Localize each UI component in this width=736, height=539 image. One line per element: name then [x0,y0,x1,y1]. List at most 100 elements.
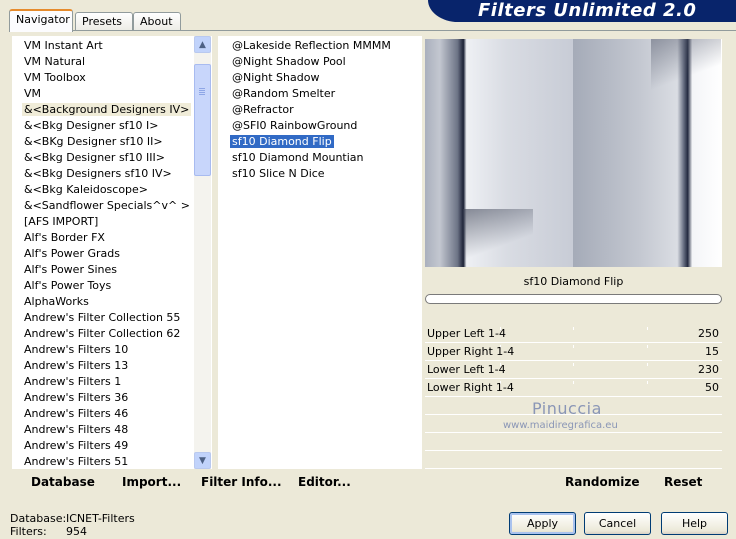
parameter-label: Lower Right 1-4 [427,381,514,394]
category-item[interactable]: Alf's Power Sines [19,262,211,278]
preview-original [425,39,573,267]
parameter-label: Upper Right 1-4 [427,345,515,358]
category-item[interactable]: &<Bkg Kaleidoscope> [19,182,211,198]
tab-panel-border [9,30,736,31]
category-item[interactable]: Andrew's Filters 36 [19,390,211,406]
filter-item[interactable]: sf10 Diamond Mountian [227,150,421,166]
tab-navigator[interactable]: Navigator [9,9,73,32]
category-list[interactable]: VM Instant Art VM Natural VM Toolbox VM &<Ba… [12,36,212,469]
category-item[interactable]: VM Toolbox [19,70,211,86]
category-item-label: [AFS IMPORT] [24,215,99,228]
category-item[interactable]: Andrew's Filter Collection 62 [19,326,211,342]
category-item-label: &<Background Designers IV> [22,103,192,116]
category-item-label: AlphaWorks [24,295,89,308]
category-item[interactable]: Andrew's Filter Collection 55 [19,310,211,326]
category-item-label: VM Toolbox [24,71,86,84]
database-button[interactable]: Database [31,475,95,489]
parameter-slider[interactable]: Lower Right 1-4 50 [425,379,722,397]
scroll-thumb[interactable] [194,64,211,176]
cancel-button[interactable]: Cancel [584,512,651,535]
filter-item[interactable]: @Random Smelter [227,86,421,102]
category-item-label: &<Bkg Kaleidoscope> [24,183,149,196]
chevron-up-icon: ▲ [199,39,206,50]
parameter-slider[interactable]: Lower Left 1-4 230 [425,361,722,379]
category-item-label: Andrew's Filters 48 [24,423,129,436]
chevron-down-icon: ▼ [199,455,206,466]
category-item[interactable]: &<BKg Designer sf10 II> [19,134,211,150]
empty-parameter-row [425,451,722,469]
category-item-label: Andrew's Filters 49 [24,439,129,452]
category-item[interactable]: AlphaWorks [19,294,211,310]
category-item[interactable]: Alf's Power Grads [19,246,211,262]
reset-button[interactable]: Reset [664,475,702,489]
category-item-label: Alf's Power Toys [24,279,112,292]
category-item-label: VM [24,87,42,100]
category-item[interactable]: VM [19,86,211,102]
filter-item-label: @Night Shadow Pool [232,55,346,68]
filter-item-label: @Refractor [232,103,294,116]
category-item-label: Andrew's Filter Collection 55 [24,311,181,324]
filters-count-value: 954 [66,525,87,538]
category-item[interactable]: &<Bkg Designer sf10 I> [19,118,211,134]
empty-parameter-row [425,433,722,451]
watermark-url: www.maidiregrafica.eu [503,420,618,431]
filter-info-button[interactable]: Filter Info... [201,475,282,489]
parameter-value: 50 [705,381,719,394]
filter-item-label: sf10 Slice N Dice [232,167,325,180]
scroll-down-button[interactable]: ▼ [194,452,211,469]
filter-item-label: @Random Smelter [232,87,336,100]
filter-item-label: @Night Shadow [232,71,320,84]
category-item-label: &<Bkg Designers sf10 IV> [24,167,172,180]
editor-button[interactable]: Editor... [298,475,351,489]
filter-item[interactable]: @Lakeside Reflection MMMM [227,38,421,54]
category-item[interactable]: Andrew's Filters 13 [19,358,211,374]
preview-image [425,39,722,267]
category-item[interactable]: Andrew's Filters 49 [19,438,211,454]
category-item[interactable]: [AFS IMPORT] [19,214,211,230]
category-item[interactable]: VM Natural [19,54,211,70]
scroll-up-button[interactable]: ▲ [194,36,211,53]
category-item-label: &<Bkg Designer sf10 I> [24,119,159,132]
filters-count-label: Filters: [10,525,47,538]
filter-item[interactable]: @Refractor [227,102,421,118]
category-item[interactable]: VM Instant Art [19,38,211,54]
tab-about[interactable]: About [133,12,181,31]
grip-icon [199,88,205,96]
parameter-value: 230 [698,363,719,376]
apply-button[interactable]: Apply [509,512,576,535]
category-item-label: &<Sandflower Specials^v^ > [24,199,190,212]
category-item-label: Alf's Power Grads [24,247,120,260]
tab-presets[interactable]: Presets [75,12,133,31]
parameter-slider[interactable]: Upper Right 1-4 15 [425,343,722,361]
category-item-label: &<BKg Designer sf10 II> [24,135,163,148]
category-item[interactable]: Andrew's Filters 10 [19,342,211,358]
parameter-slider[interactable]: Upper Left 1-4 250 [425,325,722,343]
filter-item[interactable]: sf10 Diamond Flip [227,134,421,150]
help-button[interactable]: Help [661,512,728,535]
category-item[interactable]: Andrew's Filters 1 [19,374,211,390]
app-title-banner: Filters Unlimited 2.0 [428,0,736,22]
category-item[interactable]: Alf's Border FX [19,230,211,246]
category-item[interactable]: &<Background Designers IV> [19,102,211,118]
filter-item[interactable]: @Night Shadow Pool [227,54,421,70]
progress-bar [425,294,722,304]
category-item-label: Andrew's Filters 36 [24,391,129,404]
parameter-label: Upper Left 1-4 [427,327,506,340]
category-item[interactable]: &<Bkg Designer sf10 III> [19,150,211,166]
category-item[interactable]: Alf's Power Toys [19,278,211,294]
filter-item[interactable]: @SFI0 RainbowGround [227,118,421,134]
category-item[interactable]: Andrew's Filters 48 [19,422,211,438]
category-item-label: VM Natural [24,55,86,68]
filter-list[interactable]: @Lakeside Reflection MMMM @Night Shadow P… [218,36,422,469]
category-item[interactable]: Andrew's Filters 51 [19,454,211,468]
filter-item[interactable]: @Night Shadow [227,70,421,86]
category-item[interactable]: Andrew's Filters 46 [19,406,211,422]
category-item[interactable]: &<Bkg Designers sf10 IV> [19,166,211,182]
category-scrollbar[interactable]: ▲ ▼ [194,36,211,469]
category-item-label: Alf's Power Sines [24,263,117,276]
category-item[interactable]: &<Sandflower Specials^v^ > [19,198,211,214]
import-button[interactable]: Import... [122,475,181,489]
filter-item[interactable]: sf10 Slice N Dice [227,166,421,182]
randomize-button[interactable]: Randomize [565,475,639,489]
database-value: ICNET-Filters [66,512,135,525]
